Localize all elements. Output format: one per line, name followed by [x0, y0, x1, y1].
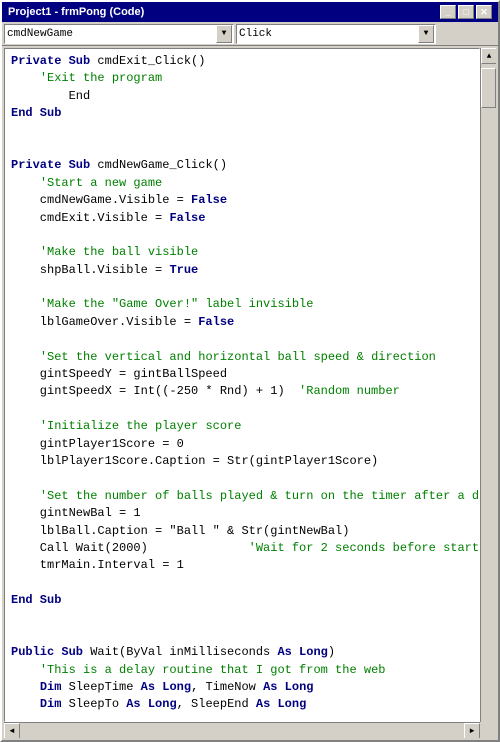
- scroll-left-button[interactable]: ◄: [4, 723, 20, 738]
- code-area-wrap: Private Sub cmdExit_Click() 'Exit the pr…: [4, 48, 496, 738]
- object-dropdown[interactable]: [4, 24, 234, 44]
- close-button[interactable]: ✕: [476, 5, 492, 19]
- code-content: Private Sub cmdExit_Click() 'Exit the pr…: [11, 53, 473, 722]
- title-bar-buttons: _ □ ✕: [440, 5, 492, 19]
- object-dropdown-wrap: ▼: [4, 24, 234, 44]
- scroll-up-button[interactable]: ▲: [481, 48, 496, 64]
- event-dropdown-arrow[interactable]: ▼: [418, 25, 434, 43]
- horizontal-scrollbar: ◄ ►: [4, 722, 480, 738]
- maximize-button[interactable]: □: [458, 5, 474, 19]
- scroll-thumb-v[interactable]: [481, 68, 496, 108]
- event-dropdown-wrap: ▼: [236, 24, 436, 44]
- event-dropdown[interactable]: [236, 24, 436, 44]
- scroll-track-v: [481, 108, 496, 722]
- vertical-scrollbar: ▲ ▼: [480, 48, 496, 738]
- toolbar: ▼ ▼: [2, 22, 498, 46]
- code-editor[interactable]: Private Sub cmdExit_Click() 'Exit the pr…: [4, 48, 480, 722]
- scroll-track-h: [20, 723, 464, 738]
- minimize-button[interactable]: _: [440, 5, 456, 19]
- object-dropdown-arrow[interactable]: ▼: [216, 25, 232, 43]
- scroll-corner: [480, 722, 496, 738]
- window-title: Project1 - frmPong (Code): [8, 6, 144, 18]
- main-window: Project1 - frmPong (Code) _ □ ✕ ▼ ▼ Priv…: [0, 0, 500, 742]
- scroll-right-button[interactable]: ►: [464, 723, 480, 738]
- title-bar: Project1 - frmPong (Code) _ □ ✕: [2, 2, 498, 22]
